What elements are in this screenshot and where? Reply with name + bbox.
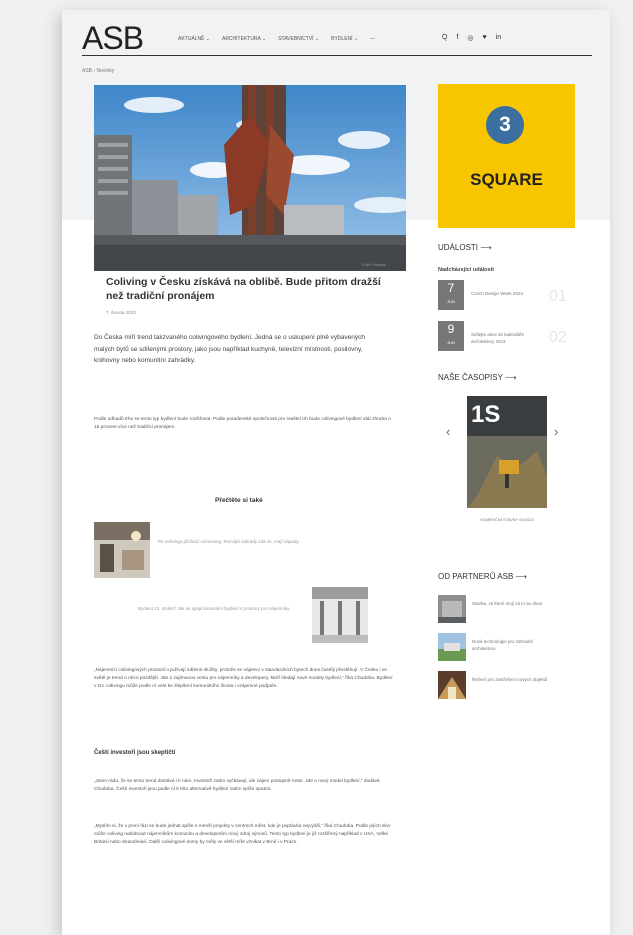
related-article-image[interactable] (94, 522, 150, 578)
event-item[interactable]: 7 JUN Czech Design Week 2023 01 (438, 280, 578, 314)
related-article-title[interactable]: Bydlení 21. století? Jak se spojit komun… (138, 605, 308, 612)
related-article-title[interactable]: Po colivingu přichází cohousing. Rozvíje… (158, 538, 368, 545)
ad-number-badge: 3 (486, 106, 524, 144)
facebook-icon[interactable]: f (456, 34, 458, 42)
instagram-icon[interactable]: ◎ (467, 34, 473, 42)
header-divider (82, 55, 592, 56)
site-logo[interactable]: ASB (82, 20, 144, 57)
partner-thumbnail (438, 633, 466, 661)
article-lead: Do Česka míří trend takzvaného colivingo… (94, 334, 365, 364)
chevron-right-icon[interactable]: › (554, 424, 558, 439)
partner-item[interactable]: Stavba, ze které stojí za to se dívat (438, 595, 578, 625)
related-article-image[interactable] (312, 587, 368, 643)
partner-thumbnail (438, 595, 466, 623)
event-day: 7 (447, 281, 455, 295)
twitter-icon[interactable]: ♥ (483, 34, 487, 42)
nav-item-architektura[interactable]: ARCHITEKTURA ⌄ (222, 36, 266, 42)
magazine-cover[interactable]: 1S (467, 396, 547, 508)
event-title[interactable]: Czech Design Week 2023 (471, 290, 546, 297)
article-paragraph: Podle odhadů trhu se tento typ bydlení b… (94, 417, 391, 431)
partner-item[interactable]: Nová technologie pro zahradní architektu… (438, 633, 578, 663)
page-sheet: ASB AKTUÁLNĚ ⌄ ARCHITEKTURA ⌄ STAVEBNICT… (62, 10, 610, 935)
event-date-badge: 7 JUN (438, 280, 464, 310)
article-date: 7. června 2023 (106, 310, 136, 315)
square-advert[interactable]: 3 SQUARE (438, 84, 575, 228)
event-date-badge: 9 JUN (438, 321, 464, 351)
event-index: 01 (549, 288, 567, 305)
event-month: JUN (447, 299, 455, 304)
article-hero-image (94, 85, 406, 271)
nav-item-stavebnictvi[interactable]: STAVEBNICTVÍ ⌄ (278, 36, 319, 42)
event-item[interactable]: 9 JUN Sdílejte akce do kalendáře archite… (438, 321, 578, 355)
read-also-heading: Přečtěte si také (215, 497, 263, 504)
event-month: JUN (447, 340, 455, 345)
partners-heading[interactable]: OD PARTNERŮ ASB ⟶ (438, 572, 527, 581)
magazines-heading[interactable]: NAŠE ČASOPISY ⟶ (438, 373, 516, 382)
breadcrumb[interactable]: ASB › Novinky (82, 68, 114, 74)
nav-item-more[interactable]: — (370, 36, 375, 42)
magazine-cover-title: 1S (471, 401, 500, 428)
events-subheading: Nadcházející události (438, 267, 494, 273)
event-index: 02 (549, 329, 567, 346)
article-paragraph: „Myslím si, že v první fázi se bude jedn… (94, 824, 391, 846)
photo-credit: Foto: Freepik (362, 262, 386, 267)
partner-item[interactable]: Řešení pro zastřešení nových objektů (438, 671, 578, 701)
article-subheading: Čeští investoři jsou skeptičtí (94, 750, 176, 756)
nav-item-bydleni[interactable]: BYDLENÍ ⌄ (331, 36, 358, 42)
nav-item-aktualne[interactable]: AKTUÁLNĚ ⌄ (178, 36, 210, 42)
ad-text: SQUARE (470, 170, 543, 189)
main-nav: AKTUÁLNĚ ⌄ ARCHITEKTURA ⌄ STAVEBNICTVÍ ⌄… (178, 36, 375, 42)
magazine-caption[interactable]: KOMERČNÍ STAVBY 04/2023 (452, 517, 562, 522)
partner-title[interactable]: Nová technologie pro zahradní architektu… (472, 638, 552, 652)
chevron-left-icon[interactable]: ‹ (446, 424, 450, 439)
article-title: Coliving v Česku získává na oblibě. Bude… (106, 276, 381, 302)
partner-title[interactable]: Řešení pro zastřešení nových objektů (472, 676, 552, 683)
event-title[interactable]: Sdílejte akce do kalendáře architektury … (471, 331, 546, 345)
events-heading[interactable]: UDÁLOSTI ⟶ (438, 243, 492, 252)
partner-thumbnail (438, 671, 466, 699)
search-icon[interactable]: Q (442, 34, 447, 42)
event-day: 9 (447, 322, 455, 336)
article-paragraph: „Jsem ráda, že se tento trend dostává i … (94, 779, 380, 793)
header-icons: Q f ◎ ♥ in (442, 34, 501, 42)
linkedin-icon[interactable]: in (496, 34, 501, 42)
article-paragraph: „Nájemníci colivingových prostorů využív… (94, 668, 393, 690)
partner-title[interactable]: Stavba, ze které stojí za to se dívat (472, 600, 552, 607)
